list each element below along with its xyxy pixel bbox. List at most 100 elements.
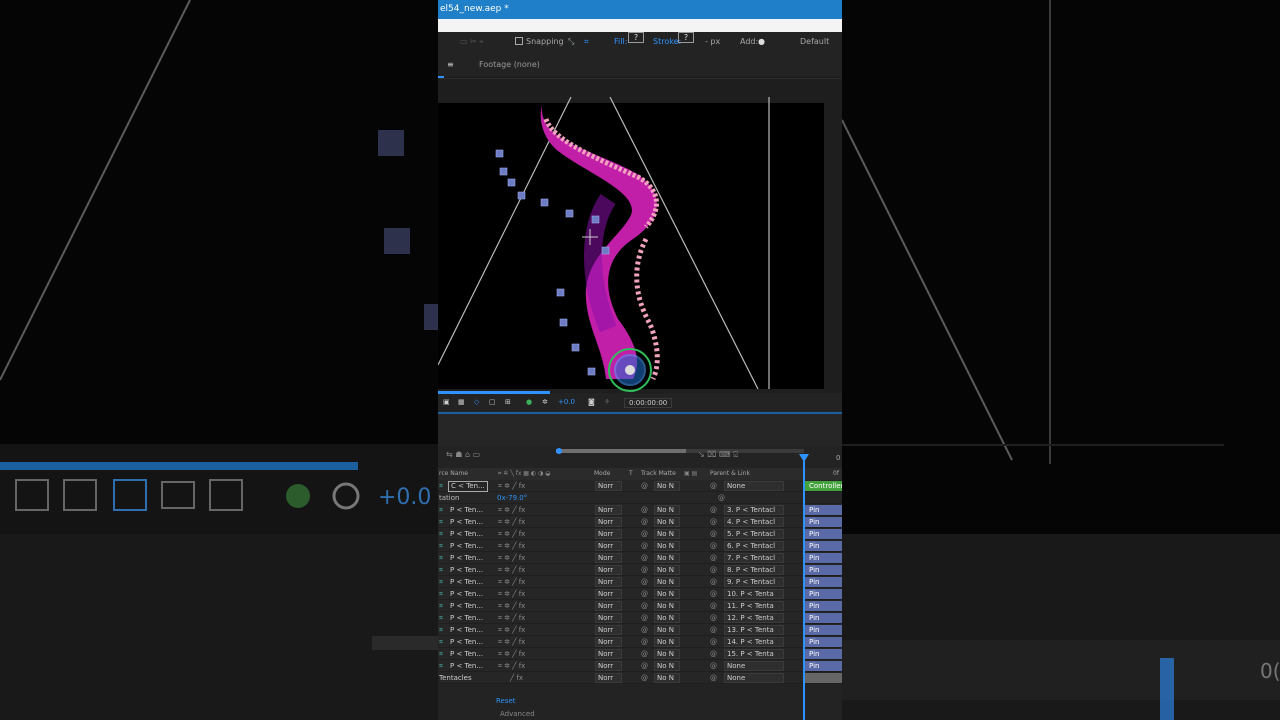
layer-track-matte[interactable]: No N	[654, 661, 680, 671]
layer-track-matte[interactable]: No N	[654, 577, 680, 587]
layer-switches[interactable]: ⌗ ✲ ╱ fx	[498, 588, 525, 600]
header-source-name[interactable]: rce Name	[439, 468, 468, 480]
reset-link[interactable]: Reset	[496, 697, 516, 705]
layer-switches[interactable]: ⌗ ✲ ╱ fx	[498, 612, 525, 624]
layer-controller[interactable]: ⌗ C < Ten... ⌗ ✲ ╱ fx Norr @ No N @ None…	[438, 480, 842, 492]
layer-track-matte[interactable]: No N	[654, 625, 680, 635]
always-preview-icon[interactable]: ▣	[443, 398, 450, 406]
layer-pin[interactable]: ⌗ P < Ten... ⌗ ✲ ╱ fx Norr @ No N @ None Pin	[438, 660, 842, 672]
layer-pin[interactable]: ⌗ P < Ten... ⌗ ✲ ╱ fx Norr @ No N @11. P < Ten…	[438, 600, 842, 612]
exposure-value[interactable]: +0.0	[558, 398, 575, 406]
pick-whip-icon[interactable]: @	[710, 540, 717, 552]
layer-name[interactable]: P < Ten...	[450, 588, 483, 600]
layer-switches[interactable]: ⌗ ✲ ╱ fx	[498, 660, 525, 672]
layer-parent[interactable]: 14. P < Tenta	[724, 637, 784, 647]
pick-whip-icon[interactable]: @	[710, 636, 717, 648]
pick-whip-icon[interactable]: @	[710, 504, 717, 516]
preserve-transparency[interactable]: @	[641, 504, 648, 516]
layer-switches[interactable]: ⌗ ✲ ╱ fx	[498, 576, 525, 588]
preserve-transparency[interactable]: @	[641, 648, 648, 660]
layer-track-matte[interactable]: No N	[654, 553, 680, 563]
layer-track-matte[interactable]: No N	[654, 601, 680, 611]
layer-parent[interactable]: 11. P < Tenta	[724, 601, 784, 611]
layer-mode[interactable]: Norr	[595, 577, 622, 587]
layer-name[interactable]: P < Ten...	[450, 576, 483, 588]
layer-mode[interactable]: Norr	[595, 649, 622, 659]
layer-switches[interactable]: ⌗ ✲ ╱ fx	[498, 624, 525, 636]
grid-guides-icon[interactable]: ⊞	[505, 398, 511, 406]
pick-whip-icon[interactable]: @	[710, 516, 717, 528]
composition-viewer[interactable]	[438, 79, 842, 393]
layer-switches[interactable]: ⌗ ✲ ╱ fx	[498, 504, 525, 516]
tool-icons-group[interactable]: ▭ ✂ ⌖	[460, 32, 484, 52]
pick-whip-icon[interactable]: @	[710, 564, 717, 576]
pick-whip-icon[interactable]: @	[710, 576, 717, 588]
pick-whip-icon[interactable]: @	[710, 528, 717, 540]
layer-mode[interactable]: Norr	[595, 673, 622, 683]
layer-name[interactable]: P < Ten...	[450, 612, 483, 624]
layer-parent[interactable]: 5. P < Tentacl	[724, 529, 784, 539]
rotation-property[interactable]: tation 0x-79.0° @	[438, 492, 842, 504]
layer-track-matte[interactable]: No N	[654, 673, 680, 683]
current-time[interactable]: 0:00:00:00	[624, 398, 673, 408]
layer-switches[interactable]: ⌗ ✲ ╱ fx	[498, 648, 525, 660]
preserve-transparency[interactable]: @	[641, 576, 648, 588]
layer-track-matte[interactable]: No N	[654, 481, 680, 491]
layer-bar[interactable]: Pin	[805, 565, 842, 575]
preserve-transparency[interactable]: @	[641, 540, 648, 552]
layer-name[interactable]: P < Ten...	[450, 540, 483, 552]
layer-switches[interactable]: ⌗ ✲ ╱ fx	[498, 552, 525, 564]
layer-name[interactable]: P < Ten...	[450, 624, 483, 636]
layer-bar[interactable]: Pin	[805, 613, 842, 623]
layer-bar[interactable]: Pin	[805, 601, 842, 611]
region-of-interest-icon[interactable]: ▢	[489, 398, 496, 406]
layer-name[interactable]: P < Ten...	[450, 528, 483, 540]
layer-pin[interactable]: ⌗ P < Ten... ⌗ ✲ ╱ fx Norr @ No N @7. P < Tent…	[438, 552, 842, 564]
layer-pin[interactable]: ⌗ P < Ten... ⌗ ✲ ╱ fx Norr @ No N @10. P < Ten…	[438, 588, 842, 600]
layer-pin[interactable]: ⌗ P < Ten... ⌗ ✲ ╱ fx Norr @ No N @5. P < Tent…	[438, 528, 842, 540]
layer-parent[interactable]: None	[724, 673, 784, 683]
layer-tentacles[interactable]: Tentacles ╱ fx Norr @ No N @ None	[438, 672, 842, 684]
layer-switches[interactable]: ⌗ ✲ ╱ fx	[498, 636, 525, 648]
layer-parent[interactable]: 7. P < Tentacl	[724, 553, 784, 563]
preserve-transparency[interactable]: @	[641, 612, 648, 624]
panel-menu-icon[interactable]: ≡	[447, 52, 454, 78]
layer-parent[interactable]: 15. P < Tenta	[724, 649, 784, 659]
channel-icon[interactable]: ●	[526, 398, 532, 406]
layer-pin[interactable]: ⌗ P < Ten... ⌗ ✲ ╱ fx Norr @ No N @12. P < Ten…	[438, 612, 842, 624]
layer-mode[interactable]: Norr	[595, 625, 622, 635]
active-tab-edge[interactable]	[438, 52, 444, 78]
snapping-toggle[interactable]: Snapping	[515, 32, 564, 52]
header-mode[interactable]: Mode	[594, 468, 610, 480]
layer-pin[interactable]: ⌗ P < Ten... ⌗ ✲ ╱ fx Norr @ No N @3. P < Tent…	[438, 504, 842, 516]
layer-name[interactable]: P < Ten...	[450, 660, 483, 672]
playhead[interactable]	[803, 454, 805, 720]
layer-bar[interactable]: Pin	[805, 589, 842, 599]
snap-grid-icon[interactable]: ⌗	[584, 32, 589, 52]
layer-bar[interactable]: Pin	[805, 505, 842, 515]
snap-options-icon[interactable]: ⤡	[568, 32, 574, 52]
layer-bar[interactable]: Pin	[805, 577, 842, 587]
layer-name[interactable]: P < Ten...	[450, 636, 483, 648]
layer-mode[interactable]: Norr	[595, 517, 622, 527]
layer-pin[interactable]: ⌗ P < Ten... ⌗ ✲ ╱ fx Norr @ No N @15. P < Ten…	[438, 648, 842, 660]
layer-track-matte[interactable]: No N	[654, 649, 680, 659]
snapping-checkbox[interactable]	[515, 37, 523, 45]
layer-bar[interactable]: Pin	[805, 637, 842, 647]
layer-mode[interactable]: Norr	[595, 601, 622, 611]
layer-switches[interactable]: ⌗ ✲ ╱ fx	[498, 528, 525, 540]
header-parent-link[interactable]: Parent & Link	[710, 468, 750, 480]
advanced-dropdown[interactable]: Advanced	[500, 710, 535, 718]
layer-pin[interactable]: ⌗ P < Ten... ⌗ ✲ ╱ fx Norr @ No N @14. P < Ten…	[438, 636, 842, 648]
layer-pin[interactable]: ⌗ P < Ten... ⌗ ✲ ╱ fx Norr @ No N @9. P < Tent…	[438, 576, 842, 588]
layer-name[interactable]: P < Ten...	[450, 600, 483, 612]
layer-parent[interactable]: 10. P < Tenta	[724, 589, 784, 599]
header-t[interactable]: T	[629, 468, 633, 480]
preserve-transparency[interactable]: @	[641, 588, 648, 600]
show-snapshot-icon[interactable]: ⚘	[604, 398, 610, 406]
layer-track-matte[interactable]: No N	[654, 541, 680, 551]
layer-parent[interactable]: 13. P < Tenta	[724, 625, 784, 635]
layer-mode[interactable]: Norr	[595, 529, 622, 539]
layer-mode[interactable]: Norr	[595, 613, 622, 623]
layer-name[interactable]: P < Ten...	[450, 516, 483, 528]
